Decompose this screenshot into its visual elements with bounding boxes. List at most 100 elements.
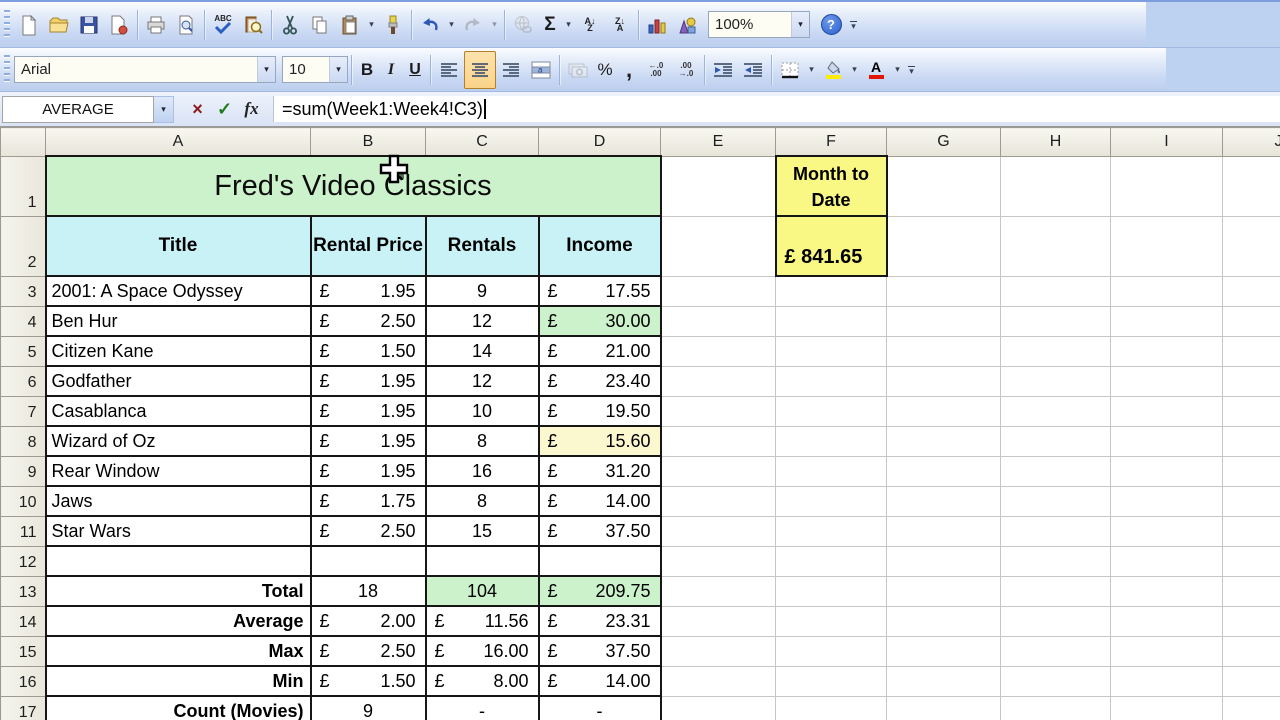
empty-cell[interactable]	[1111, 546, 1223, 576]
empty-cell[interactable]	[1001, 396, 1111, 426]
print-button[interactable]	[141, 7, 171, 43]
empty-cell[interactable]	[776, 576, 887, 606]
open-button[interactable]	[44, 7, 74, 43]
empty-cell[interactable]	[1111, 696, 1223, 720]
empty-cell[interactable]	[1223, 366, 1280, 396]
increase-decimal-button[interactable]: ←.0 .00	[641, 52, 671, 88]
align-center-button[interactable]	[464, 51, 496, 89]
movie-title-cell[interactable]: Casablanca	[46, 396, 311, 426]
col-header-B[interactable]: B	[311, 128, 426, 157]
summary-value-cell[interactable]: £1.50	[311, 666, 426, 696]
spelling-button[interactable]: ABC	[208, 7, 238, 43]
decrease-decimal-button[interactable]: .00 →.0	[671, 52, 701, 88]
empty-cell[interactable]	[661, 666, 776, 696]
price-cell[interactable]: £1.95	[311, 456, 426, 486]
zoom-combobox[interactable]: 100% ▾	[708, 11, 810, 38]
empty-cell[interactable]	[1223, 306, 1280, 336]
empty-cell[interactable]	[661, 696, 776, 720]
empty-cell[interactable]	[661, 486, 776, 516]
row-header-9[interactable]: 9	[1, 456, 46, 486]
empty-cell[interactable]	[776, 426, 887, 456]
empty-cell[interactable]	[1223, 516, 1280, 546]
redo-button[interactable]	[458, 7, 488, 43]
empty-cell[interactable]	[1223, 636, 1280, 666]
empty-cell[interactable]	[1001, 666, 1111, 696]
summary-value-cell[interactable]: £16.00	[426, 636, 539, 666]
empty-cell[interactable]	[1001, 366, 1111, 396]
row-header-17[interactable]: 17	[1, 696, 46, 720]
col-header-C[interactable]: C	[426, 128, 539, 157]
select-all-corner[interactable]	[1, 128, 46, 157]
empty-cell[interactable]	[1223, 426, 1280, 456]
empty-cell[interactable]	[887, 336, 1001, 366]
month-to-date-label-cell[interactable]: Month to Date	[776, 156, 887, 216]
col-header-G[interactable]: G	[887, 128, 1001, 157]
empty-cell[interactable]	[1111, 306, 1223, 336]
empty-cell[interactable]	[887, 606, 1001, 636]
empty-cell[interactable]	[1001, 156, 1111, 216]
col-header-A[interactable]: A	[46, 128, 311, 157]
header-income-cell[interactable]: Income	[539, 216, 661, 276]
row-header-8[interactable]: 8	[1, 426, 46, 456]
movie-title-cell[interactable]: Jaws	[46, 486, 311, 516]
summary-value-cell[interactable]: £14.00	[539, 666, 661, 696]
rentals-cell[interactable]: 15	[426, 516, 539, 546]
undo-dropdown[interactable]: ▾	[445, 7, 458, 43]
font-name-combobox[interactable]: Arial ▾	[14, 56, 276, 83]
movie-title-cell[interactable]: Rear Window	[46, 456, 311, 486]
empty-cell[interactable]	[1111, 336, 1223, 366]
paste-button[interactable]	[335, 7, 365, 43]
empty-cell[interactable]	[776, 486, 887, 516]
col-header-F[interactable]: F	[776, 128, 887, 157]
header-title-cell[interactable]: Title	[46, 216, 311, 276]
rentals-cell[interactable]: 12	[426, 366, 539, 396]
sheet-title-cell[interactable]: Fred's Video Classics	[46, 156, 661, 216]
rentals-cell[interactable]: 8	[426, 426, 539, 456]
save-button[interactable]	[74, 7, 104, 43]
empty-cell[interactable]	[1111, 276, 1223, 306]
rentals-cell[interactable]: 16	[426, 456, 539, 486]
borders-dropdown[interactable]: ▾	[805, 52, 818, 88]
currency-style-button[interactable]	[563, 52, 593, 88]
sort-ascending-button[interactable]: A↓ Z	[575, 7, 605, 43]
format-painter-button[interactable]	[378, 7, 408, 43]
row-header-12[interactable]: 12	[1, 546, 46, 576]
enter-button[interactable]: ✓	[211, 95, 238, 123]
price-cell[interactable]: £1.95	[311, 276, 426, 306]
autosum-button[interactable]: Σ	[538, 7, 562, 43]
chart-wizard-button[interactable]	[642, 7, 672, 43]
empty-cell[interactable]	[661, 456, 776, 486]
rentals-cell[interactable]: 8	[426, 486, 539, 516]
fill-color-dropdown[interactable]: ▾	[848, 52, 861, 88]
align-left-button[interactable]	[434, 52, 464, 88]
rentals-cell[interactable]: 14	[426, 336, 539, 366]
empty-cell[interactable]	[776, 546, 887, 576]
empty-cell[interactable]	[776, 276, 887, 306]
redo-dropdown[interactable]: ▾	[488, 7, 501, 43]
insert-hyperlink-button[interactable]	[508, 7, 538, 43]
empty-cell[interactable]	[661, 336, 776, 366]
empty-cell[interactable]	[887, 546, 1001, 576]
empty-cell[interactable]	[1223, 276, 1280, 306]
empty-cell[interactable]	[776, 636, 887, 666]
movie-title-cell[interactable]: Godfather	[46, 366, 311, 396]
new-document-button[interactable]	[14, 7, 44, 43]
income-cell[interactable]: £14.00	[539, 486, 661, 516]
empty-cell[interactable]	[1223, 456, 1280, 486]
drawing-button[interactable]	[672, 7, 702, 43]
price-cell[interactable]: £1.95	[311, 366, 426, 396]
empty-cell[interactable]	[661, 426, 776, 456]
formula-input[interactable]: =sum(Week1:Week4!C3)	[273, 96, 1280, 122]
summary-value-cell-highlighted[interactable]: £209.75	[539, 576, 661, 606]
empty-cell[interactable]	[887, 576, 1001, 606]
income-cell[interactable]: £17.55	[539, 276, 661, 306]
insert-function-button[interactable]: fx	[238, 95, 265, 123]
empty-cell[interactable]	[776, 606, 887, 636]
empty-cell[interactable]	[1111, 156, 1223, 216]
empty-cell[interactable]	[887, 486, 1001, 516]
rentals-cell[interactable]: 12	[426, 306, 539, 336]
merge-and-center-button[interactable]: a	[526, 52, 556, 88]
borders-button[interactable]	[775, 52, 805, 88]
summary-value-cell[interactable]: £2.00	[311, 606, 426, 636]
summary-value-cell[interactable]: £23.31	[539, 606, 661, 636]
